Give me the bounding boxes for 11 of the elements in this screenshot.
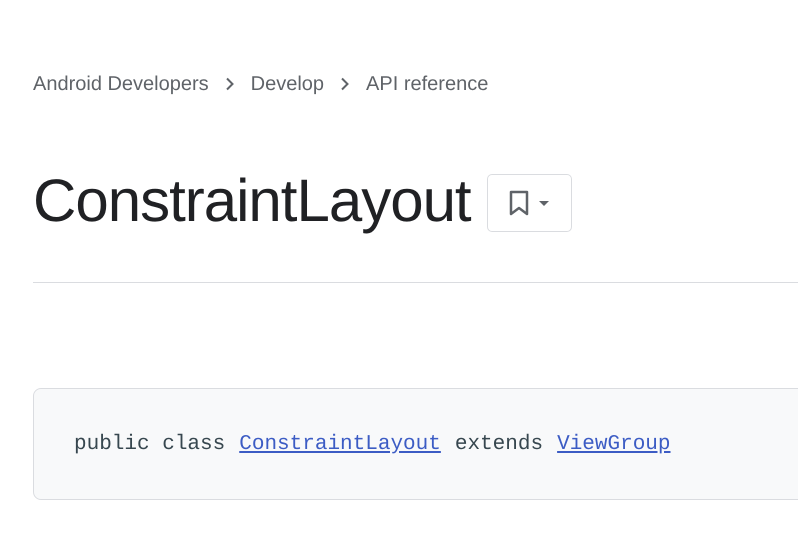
- breadcrumb-link[interactable]: API reference: [366, 72, 488, 96]
- class-link[interactable]: ViewGroup: [557, 432, 671, 456]
- bookmark-button[interactable]: [486, 174, 572, 232]
- class-link[interactable]: ConstraintLayout: [239, 432, 441, 456]
- page-title: ConstraintLayout: [33, 166, 471, 234]
- bookmark-icon: [508, 190, 530, 216]
- code-text: extends: [454, 432, 544, 456]
- breadcrumb-link[interactable]: Develop: [250, 72, 324, 96]
- caret-icon: [538, 200, 550, 206]
- breadcrumb-link[interactable]: Android Developers: [33, 72, 209, 96]
- code-text: public class: [74, 432, 226, 456]
